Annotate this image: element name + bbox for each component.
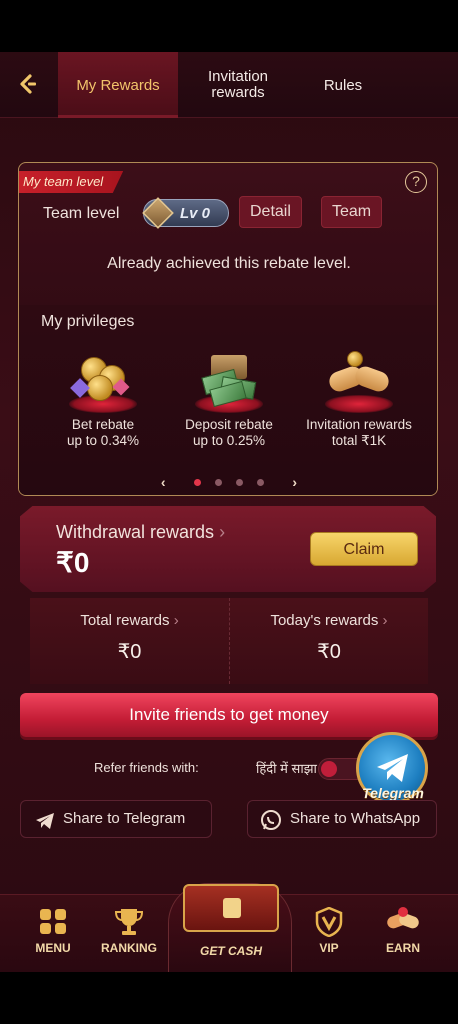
- pager-dot[interactable]: [256, 478, 264, 486]
- privilege-label: Invitation rewards: [306, 417, 412, 432]
- vip-shield-icon: [313, 906, 345, 938]
- telegram-icon: [35, 809, 55, 845]
- pager-dot[interactable]: [194, 478, 202, 486]
- nav-label: MENU: [35, 941, 71, 955]
- nav-get-cash[interactable]: GET CASH: [168, 883, 292, 972]
- top-bar: My Rewards Invitation rewards Rules: [0, 52, 458, 118]
- nav-label: RANKING: [101, 941, 157, 955]
- nav-label: GET CASH: [199, 944, 262, 958]
- tab-label: My Rewards: [76, 76, 160, 94]
- chevron-right-icon[interactable]: ›: [287, 474, 303, 490]
- tab-label: Invitation rewards: [207, 68, 269, 101]
- privilege-invitation-rewards[interactable]: Invitation rewards total ₹1K: [295, 351, 423, 449]
- team-level-card: My team level ? Team level Lv 0 Detail T…: [18, 162, 438, 496]
- handshake-icon: [385, 907, 421, 937]
- privileges-section: My privileges Bet rebate up to 0.34% Dep…: [19, 305, 437, 495]
- share-whatsapp-button[interactable]: Share to WhatsApp: [247, 800, 437, 838]
- privileges-title: My privileges: [41, 313, 135, 330]
- nav-ranking[interactable]: RANKING: [94, 907, 164, 955]
- team-level-label: Team level: [43, 205, 120, 222]
- team-button[interactable]: Team: [321, 196, 383, 228]
- treasure-chest-icon: [183, 884, 279, 932]
- tab-rules[interactable]: Rules: [300, 52, 386, 118]
- level-gem-icon: [142, 197, 174, 229]
- total-rewards-value: ₹0: [117, 641, 142, 663]
- todays-rewards-label: Today's rewards ›: [270, 612, 388, 629]
- privilege-value: up to 0.25%: [192, 433, 266, 448]
- chevron-right-icon: ›: [219, 522, 226, 542]
- rewards-totals: Total rewards › ₹0 Today's rewards › ₹0: [30, 598, 428, 684]
- withdrawal-amount: ₹0: [56, 547, 90, 578]
- team-level-ribbon: My team level: [19, 171, 124, 193]
- share-whatsapp-label: Share to WhatsApp: [290, 810, 421, 827]
- total-rewards-label: Total rewards ›: [80, 612, 179, 629]
- rebate-status-text: Already achieved this rebate level.: [107, 255, 351, 272]
- todays-rewards[interactable]: Today's rewards › ₹0: [229, 598, 428, 684]
- privilege-label: Bet rebate: [71, 417, 135, 432]
- toggle-knob: [321, 761, 337, 777]
- chevron-left-icon[interactable]: ‹: [155, 474, 171, 490]
- telegram-float-label: Telegram: [362, 785, 424, 801]
- detail-button[interactable]: Detail: [239, 196, 302, 228]
- cash-chest-icon: [193, 351, 265, 413]
- privilege-value: up to 0.34%: [66, 433, 140, 448]
- total-rewards[interactable]: Total rewards › ₹0: [30, 598, 229, 684]
- withdrawal-rewards-title[interactable]: Withdrawal rewards ›: [56, 522, 225, 543]
- whatsapp-icon: [260, 809, 282, 845]
- nav-label: VIP: [319, 941, 339, 955]
- telegram-icon: [377, 754, 408, 782]
- todays-rewards-value: ₹0: [317, 641, 341, 663]
- invite-friends-button[interactable]: Invite friends to get money: [20, 693, 438, 737]
- nav-vip[interactable]: VIP: [294, 906, 364, 955]
- trophy-icon: [113, 907, 145, 937]
- menu-icon: [37, 907, 69, 937]
- nav-menu[interactable]: MENU: [18, 907, 88, 955]
- back-icon[interactable]: [16, 72, 40, 96]
- refer-friends-label: Refer friends with:: [94, 760, 199, 775]
- tab-label: Rules: [323, 76, 363, 94]
- share-telegram-button[interactable]: Share to Telegram: [20, 800, 212, 838]
- withdrawal-rewards-panel: Withdrawal rewards › ₹0 Claim: [20, 506, 436, 592]
- share-telegram-label: Share to Telegram: [63, 810, 186, 827]
- level-badge-text: Lv 0: [180, 205, 211, 222]
- pager-dot[interactable]: [215, 478, 223, 486]
- handshake-icon: [323, 351, 395, 413]
- privilege-deposit-rebate[interactable]: Deposit rebate up to 0.25%: [165, 351, 293, 449]
- coins-gems-icon: [67, 351, 139, 413]
- nav-earn[interactable]: EARN: [368, 907, 438, 955]
- privileges-pager: ‹ ›: [19, 473, 437, 490]
- privilege-value: total ₹1K: [331, 433, 387, 448]
- nav-label: EARN: [385, 941, 420, 955]
- claim-button[interactable]: Claim: [310, 532, 418, 566]
- privilege-label: Deposit rebate: [185, 417, 273, 432]
- withdrawal-title-text: Withdrawal rewards: [56, 522, 215, 542]
- help-icon[interactable]: ?: [405, 171, 427, 193]
- level-badge: Lv 0: [142, 197, 229, 229]
- tab-my-rewards[interactable]: My Rewards: [58, 52, 178, 118]
- tab-invitation-rewards[interactable]: Invitation rewards: [186, 52, 290, 118]
- app-screen: My Rewards Invitation rewards Rules My t…: [0, 52, 458, 972]
- bottom-nav: MENU RANKING GET CASH VIP EARN: [0, 883, 458, 972]
- pager-dot[interactable]: [235, 478, 243, 486]
- privilege-bet-rebate[interactable]: Bet rebate up to 0.34%: [39, 351, 167, 449]
